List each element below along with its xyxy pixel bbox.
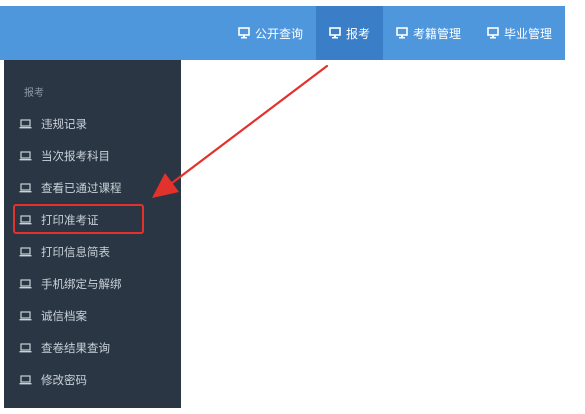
nav-item-label: 公开查询 — [254, 26, 303, 41]
laptop-icon — [19, 247, 32, 257]
monitor-icon — [487, 27, 499, 39]
sidebar-item-print-info-summary[interactable]: 打印信息简表 — [4, 236, 181, 268]
app-window: 公开查询 报考 考籍管理 毕业管理 报考 违规记录 当次报考科目 查看已通过课程… — [0, 0, 585, 414]
laptop-icon — [19, 311, 32, 321]
nav-item-public-query[interactable]: 公开查询 — [225, 6, 316, 60]
sidebar-item-change-password[interactable]: 修改密码 — [4, 364, 181, 396]
sidebar-section-title: 报考 — [24, 88, 44, 99]
sidebar-item-label: 查卷结果查询 — [41, 341, 110, 355]
sidebar-item-label: 修改密码 — [41, 373, 87, 387]
nav-item-student-records[interactable]: 考籍管理 — [383, 6, 474, 60]
annotation-highlight-box — [13, 204, 144, 234]
nav-item-label: 考籍管理 — [412, 26, 461, 41]
sidebar-item-label: 打印信息简表 — [41, 245, 110, 259]
laptop-icon — [19, 375, 32, 385]
nav-item-label: 毕业管理 — [503, 26, 552, 41]
sidebar-item-passed-courses[interactable]: 查看已通过课程 — [4, 172, 181, 204]
monitor-icon — [329, 27, 341, 39]
top-nav-menu: 公开查询 报考 考籍管理 毕业管理 — [225, 6, 565, 60]
nav-item-graduation[interactable]: 毕业管理 — [474, 6, 565, 60]
laptop-icon — [19, 183, 32, 193]
laptop-icon — [19, 119, 32, 129]
laptop-icon — [19, 151, 32, 161]
sidebar-item-label: 违规记录 — [41, 117, 87, 131]
sidebar-item-phone-binding[interactable]: 手机绑定与解绑 — [4, 268, 181, 300]
sidebar-item-label: 查看已通过课程 — [41, 181, 122, 195]
laptop-icon — [19, 279, 32, 289]
sidebar-item-integrity-file[interactable]: 诚信档案 — [4, 300, 181, 332]
sidebar-item-label: 当次报考科目 — [41, 149, 110, 163]
sidebar-item-violation-records[interactable]: 违规记录 — [4, 108, 181, 140]
sidebar-menu: 违规记录 当次报考科目 查看已通过课程 打印准考证 打印信息简表 手机绑定与解绑 — [4, 108, 181, 396]
top-navigation-bar: 公开查询 报考 考籍管理 毕业管理 — [0, 6, 565, 60]
nav-item-label: 报考 — [345, 26, 370, 41]
monitor-icon — [238, 27, 250, 39]
laptop-icon — [19, 343, 32, 353]
sidebar-item-label: 诚信档案 — [41, 309, 87, 323]
sidebar-item-label: 手机绑定与解绑 — [41, 277, 122, 291]
sidebar-item-current-subjects[interactable]: 当次报考科目 — [4, 140, 181, 172]
nav-item-exam-registration[interactable]: 报考 — [315, 6, 383, 60]
monitor-icon — [396, 27, 408, 39]
sidebar-item-paper-review-query[interactable]: 查卷结果查询 — [4, 332, 181, 364]
sidebar: 报考 违规记录 当次报考科目 查看已通过课程 打印准考证 打印信息简表 手机绑定… — [4, 60, 181, 408]
